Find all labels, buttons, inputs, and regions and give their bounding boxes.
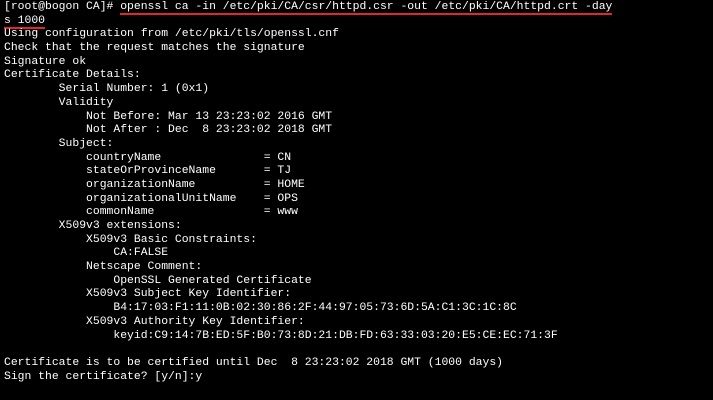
output-line: organizationalUnitName = OPS <box>4 192 298 205</box>
output-line: B4:17:03:F1:11:0B:02:30:86:2F:44:97:05:7… <box>4 302 517 315</box>
command-line-wrap: s 1000 <box>4 14 709 29</box>
typed-input: y <box>195 370 203 383</box>
output-line: OpenSSL Generated Certificate <box>4 274 312 287</box>
output-line: Netscape Comment: <box>4 261 203 274</box>
output-line: stateOrProvinceName = TJ <box>4 165 292 178</box>
output-line: X509v3 extensions: <box>4 220 182 232</box>
output-line: X509v3 Basic Constraints: <box>4 233 257 246</box>
highlighted-command: openssl ca -in /etc/pki/CA/csr/httpd.csr… <box>120 1 613 15</box>
output-line: Subject: <box>4 137 114 150</box>
command-output: Using configuration from /etc/pki/tls/op… <box>4 28 709 370</box>
output-line: Using configuration from /etc/pki/tls/op… <box>4 28 339 41</box>
output-line: Certificate is to be certified until Dec… <box>4 356 503 369</box>
output-line: keyid:C9:14:7B:ED:5F:B0:73:8D:21:DB:FD:6… <box>4 329 558 342</box>
output-line: X509v3 Subject Key Identifier: <box>4 288 292 301</box>
shell-prompt: [root@bogon CA]# <box>4 1 121 13</box>
highlighted-command-wrap: s 1000 <box>4 14 46 29</box>
output-line: commonName = www <box>4 206 298 219</box>
output-line: X509v3 Authority Key Identifier: <box>4 315 305 328</box>
output-line: organizationName = HOME <box>4 178 305 191</box>
output-line: Signature ok <box>4 55 87 68</box>
sign-prompt: Sign the certificate? [y/n]: <box>4 370 196 383</box>
output-line: Validity <box>4 96 114 109</box>
output-line: Not After : Dec 8 23:23:02 2018 GMT <box>4 124 333 137</box>
output-line: Not Before: Mar 13 23:23:02 2016 GMT <box>4 110 333 123</box>
output-line: Serial Number: 1 (0x1) <box>4 83 210 96</box>
output-line: Certificate Details: <box>4 69 141 82</box>
output-line: Check that the request matches the signa… <box>4 42 305 55</box>
output-line: countryName = CN <box>4 151 292 164</box>
command-line: [root@bogon CA]# openssl ca -in /etc/pki… <box>4 1 709 15</box>
terminal-window[interactable]: [root@bogon CA]# openssl ca -in /etc/pki… <box>0 0 713 400</box>
sign-prompt-line[interactable]: Sign the certificate? [y/n]:y <box>4 371 709 385</box>
output-line: CA:FALSE <box>4 247 169 260</box>
